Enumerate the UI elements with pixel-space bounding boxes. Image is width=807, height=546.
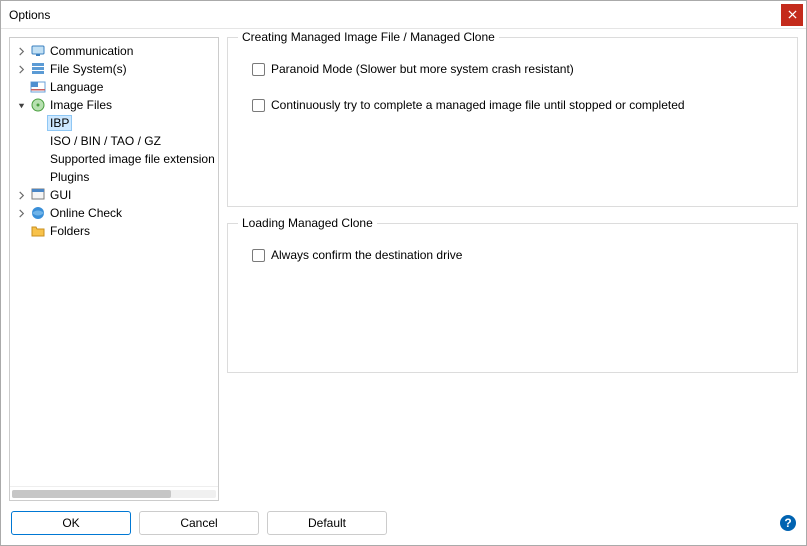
options-tree[interactable]: Communication File System(s) Language Image… [10,42,218,486]
tree-item-label: Supported image file extension [50,152,215,166]
tree-item-supported-image-file-extension[interactable]: Supported image file extension [10,150,218,168]
titlebar: Options [1,1,806,29]
img-icon [30,97,46,113]
tree-item-iso-bin-tao-gz[interactable]: ISO / BIN / TAO / GZ [10,132,218,150]
checkbox-option[interactable]: Paranoid Mode (Slower but more system cr… [252,62,781,76]
cancel-button-label: Cancel [180,516,217,530]
tree-item-gui[interactable]: GUI [10,186,218,204]
options-window: Options Communication File System(s) Langu… [0,0,807,546]
group-creating-managed: Creating Managed Image File / Managed Cl… [227,37,798,207]
tree-item-label: Plugins [50,170,89,184]
expander-placeholder [32,170,46,184]
tree-item-label: File System(s) [50,62,127,76]
tree-item-label: Language [50,80,103,94]
tree-item-file-system-s[interactable]: File System(s) [10,60,218,78]
default-button-label: Default [308,516,346,530]
window-title: Options [9,8,781,22]
folder-icon [30,223,46,239]
tree-item-label: GUI [50,188,71,202]
gui-icon [30,187,46,203]
online-icon [30,205,46,221]
expander-placeholder [32,134,46,148]
group-loading-clone: Loading Managed Clone Always confirm the… [227,223,798,373]
chevron-right-icon[interactable] [14,62,28,76]
tree-item-language[interactable]: Language [10,78,218,96]
content-panel: Creating Managed Image File / Managed Cl… [227,37,798,501]
expander-placeholder [32,152,46,166]
tree-item-label: IBP [47,115,72,131]
checkbox-icon[interactable] [252,99,265,112]
comm-icon [30,43,46,59]
tree-item-label: Image Files [50,98,112,112]
expander-placeholder [14,224,28,238]
ok-button[interactable]: OK [11,511,131,535]
checkbox-option[interactable]: Always confirm the destination drive [252,248,781,262]
checkbox-label: Always confirm the destination drive [271,248,462,262]
tree-item-communication[interactable]: Communication [10,42,218,60]
fs-icon [30,61,46,77]
close-icon [788,10,797,19]
group-title-creating: Creating Managed Image File / Managed Cl… [238,30,499,44]
tree-item-label: Online Check [50,206,122,220]
lang-icon [30,79,46,95]
ok-button-label: OK [62,516,79,530]
tree-item-image-files[interactable]: Image Files [10,96,218,114]
dialog-body: Communication File System(s) Language Image… [1,29,806,501]
tree-horizontal-scrollbar[interactable] [10,486,218,500]
checkbox-label: Paranoid Mode (Slower but more system cr… [271,62,574,76]
tree-item-label: Folders [50,224,90,238]
cancel-button[interactable]: Cancel [139,511,259,535]
default-button[interactable]: Default [267,511,387,535]
scrollbar-thumb[interactable] [12,490,171,498]
tree-item-plugins[interactable]: Plugins [10,168,218,186]
tree-item-online-check[interactable]: Online Check [10,204,218,222]
close-button[interactable] [781,4,803,26]
chevron-down-icon[interactable] [14,98,28,112]
checkbox-label: Continuously try to complete a managed i… [271,98,685,112]
help-icon: ? [784,516,791,530]
expander-placeholder [32,116,46,130]
chevron-right-icon[interactable] [14,206,28,220]
tree-item-folders[interactable]: Folders [10,222,218,240]
chevron-right-icon[interactable] [14,188,28,202]
expander-placeholder [14,80,28,94]
tree-item-label: Communication [50,44,133,58]
tree-item-label: ISO / BIN / TAO / GZ [50,134,161,148]
help-button[interactable]: ? [780,515,796,531]
checkbox-icon[interactable] [252,249,265,262]
scrollbar-track [12,490,216,498]
group-title-loading: Loading Managed Clone [238,216,377,230]
checkbox-option[interactable]: Continuously try to complete a managed i… [252,98,781,112]
checkbox-icon[interactable] [252,63,265,76]
dialog-footer: OK Cancel Default ? [1,501,806,545]
tree-item-ibp[interactable]: IBP [10,114,218,132]
tree-panel: Communication File System(s) Language Image… [9,37,219,501]
chevron-right-icon[interactable] [14,44,28,58]
